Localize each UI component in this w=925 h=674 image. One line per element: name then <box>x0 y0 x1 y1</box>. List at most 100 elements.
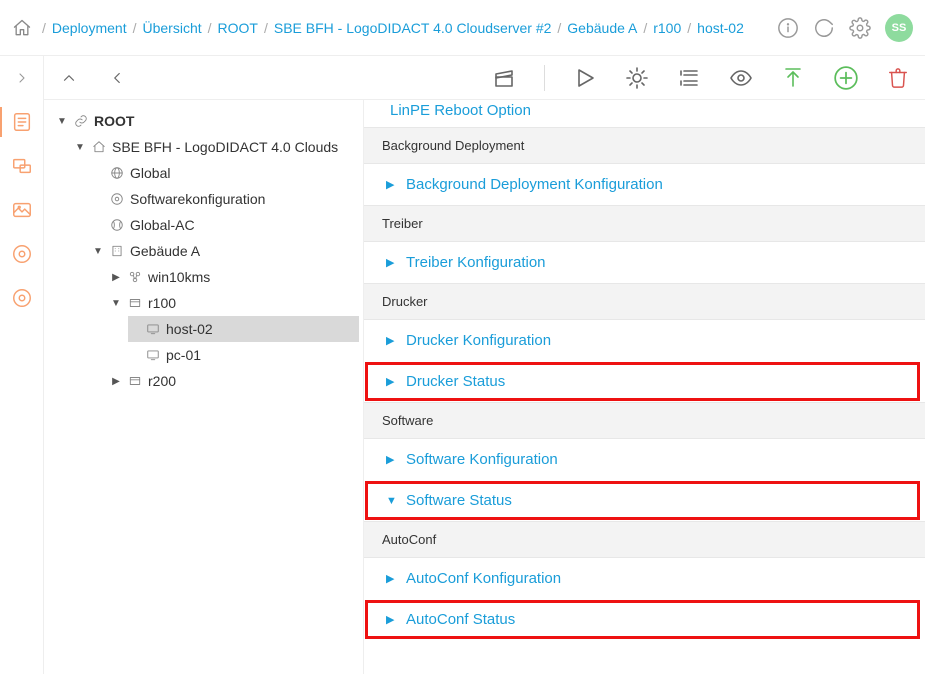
section-header: Drucker <box>364 283 925 320</box>
action-clapper-icon[interactable] <box>492 66 516 90</box>
config-icon <box>108 192 126 206</box>
tree-r200[interactable]: ▶ r200 <box>110 368 359 394</box>
breadcrumb-item[interactable]: Deployment <box>52 20 127 36</box>
caret-down-icon[interactable]: ▼ <box>110 297 122 309</box>
tree-global[interactable]: Global <box>92 160 359 186</box>
accordion-label: Software Konfiguration <box>406 451 558 468</box>
nav-back-icon[interactable] <box>108 69 126 87</box>
caret-right-icon: ▶ <box>386 334 398 347</box>
accordion-label: AutoConf Status <box>406 611 515 628</box>
accordion-label: Background Deployment Konfiguration <box>406 176 663 193</box>
tree-pc01[interactable]: pc-01 <box>128 342 359 368</box>
tree-label: Softwarekonfiguration <box>130 191 265 207</box>
caret-down-icon[interactable]: ▼ <box>56 115 68 127</box>
breadcrumb-separator: / <box>208 20 212 36</box>
content-pane: LinPE Reboot Option Background Deployment… <box>364 100 925 674</box>
refresh-icon[interactable] <box>813 17 835 39</box>
caret-right-icon: ▶ <box>386 256 398 269</box>
caret-right-icon: ▶ <box>386 572 398 585</box>
rail-gear2-icon[interactable] <box>11 287 33 309</box>
breadcrumb-item[interactable]: Übersicht <box>142 20 201 36</box>
caret-right-icon[interactable]: ▶ <box>110 375 122 387</box>
rail-screens-icon[interactable] <box>11 155 33 177</box>
caret-down-icon: ▼ <box>386 495 398 507</box>
node-icon <box>126 270 144 284</box>
tree-r100[interactable]: ▼ r100 <box>110 290 359 316</box>
tree-label: Global-AC <box>130 217 195 233</box>
tree-globalac[interactable]: Global-AC <box>92 212 359 238</box>
tree-root[interactable]: ▼ ROOT <box>56 108 359 134</box>
globe-icon <box>108 166 126 180</box>
accordion-label: Software Status <box>406 492 512 509</box>
caret-right-icon: ▶ <box>386 613 398 626</box>
accordion-item[interactable]: ▶ Software Konfiguration <box>364 439 925 480</box>
tree-label: Gebäude A <box>130 243 200 259</box>
user-avatar[interactable]: SS <box>885 14 913 42</box>
tree-label: r100 <box>148 295 176 311</box>
home-icon <box>90 140 108 154</box>
toolbar <box>44 56 925 100</box>
breadcrumb-separator: / <box>643 20 647 36</box>
upload-icon[interactable] <box>781 66 805 90</box>
tree-label: pc-01 <box>166 347 201 363</box>
accordion-label: Drucker Konfiguration <box>406 332 551 349</box>
collapse-rail-icon[interactable] <box>14 70 30 89</box>
tree-label: Global <box>130 165 170 181</box>
section-header: Software <box>364 402 925 439</box>
caret-right-icon: ▶ <box>386 178 398 191</box>
tree-win10kms[interactable]: ▶win10kms <box>110 264 359 290</box>
breadcrumb-item[interactable]: SBE BFH - LogoDIDACT 4.0 Cloudserver #2 <box>274 20 552 36</box>
accordion-item[interactable]: ▼ Software Status <box>366 482 919 519</box>
tree-server[interactable]: ▼ SBE BFH - LogoDIDACT 4.0 Clouds <box>74 134 359 160</box>
topbar: / Deployment / Übersicht / ROOT / SBE BFH - Log… <box>0 0 925 56</box>
accordion-item[interactable]: ▶ Treiber Konfiguration <box>364 242 925 283</box>
rail-gear1-icon[interactable] <box>11 243 33 265</box>
accordion-label: Treiber Konfiguration <box>406 254 546 271</box>
rail-deployment-icon[interactable] <box>11 111 33 133</box>
settings-icon[interactable] <box>849 17 871 39</box>
accordion-item[interactable]: ▶ Background Deployment Konfiguration <box>364 164 925 205</box>
link-icon <box>72 114 90 128</box>
accordion-item-partial[interactable]: LinPE Reboot Option <box>364 100 925 127</box>
breadcrumb-separator: / <box>557 20 561 36</box>
caret-down-icon[interactable]: ▼ <box>92 245 104 257</box>
accordion-item[interactable]: ▶ AutoConf Konfiguration <box>364 558 925 599</box>
breadcrumb-item[interactable]: host-02 <box>697 20 744 36</box>
tree: ▼ ROOT ▼ SBE BFH - LogoDIDACT 4.0 Clouds <box>48 108 359 394</box>
caret-down-icon[interactable]: ▼ <box>74 141 86 153</box>
globe-icon <box>108 218 126 232</box>
accordion-item[interactable]: ▶ AutoConf Status <box>366 601 919 638</box>
tree-host02[interactable]: host-02 <box>128 316 359 342</box>
caret-right-icon: ▶ <box>386 453 398 466</box>
breadcrumb-item[interactable]: Gebäude A <box>567 20 637 36</box>
accordion-label: AutoConf Konfiguration <box>406 570 561 587</box>
breadcrumb-item[interactable]: ROOT <box>218 20 258 36</box>
monitor-icon <box>144 322 162 336</box>
add-icon[interactable] <box>833 65 859 91</box>
nav-up-icon[interactable] <box>60 69 78 87</box>
topbar-actions: SS <box>777 14 913 42</box>
left-rail <box>0 56 44 674</box>
home-icon[interactable] <box>12 18 32 38</box>
delete-icon[interactable] <box>887 67 909 89</box>
breadcrumbs: / Deployment / Übersicht / ROOT / SBE BFH - Log… <box>36 20 777 36</box>
tree-softwarekonfig[interactable]: Softwarekonfiguration <box>92 186 359 212</box>
caret-right-icon: ▶ <box>386 375 398 388</box>
tree-building[interactable]: ▼ Gebäude A <box>92 238 359 264</box>
sun-icon[interactable] <box>625 66 649 90</box>
eye-icon[interactable] <box>729 66 753 90</box>
rail-image-icon[interactable] <box>11 199 33 221</box>
play-icon[interactable] <box>573 66 597 90</box>
tree-pane: ▼ ROOT ▼ SBE BFH - LogoDIDACT 4.0 Clouds <box>44 100 364 674</box>
room-icon <box>126 296 144 310</box>
accordion-item[interactable]: ▶Drucker Status <box>366 363 919 400</box>
list-icon[interactable] <box>677 66 701 90</box>
building-icon <box>108 244 126 258</box>
info-icon[interactable] <box>777 17 799 39</box>
breadcrumb-separator: / <box>42 20 46 36</box>
tree-label: r200 <box>148 373 176 389</box>
accordion-item[interactable]: ▶ Drucker Konfiguration <box>364 320 925 361</box>
caret-right-icon[interactable]: ▶ <box>110 271 122 283</box>
breadcrumb-separator: / <box>687 20 691 36</box>
breadcrumb-item[interactable]: r100 <box>653 20 681 36</box>
